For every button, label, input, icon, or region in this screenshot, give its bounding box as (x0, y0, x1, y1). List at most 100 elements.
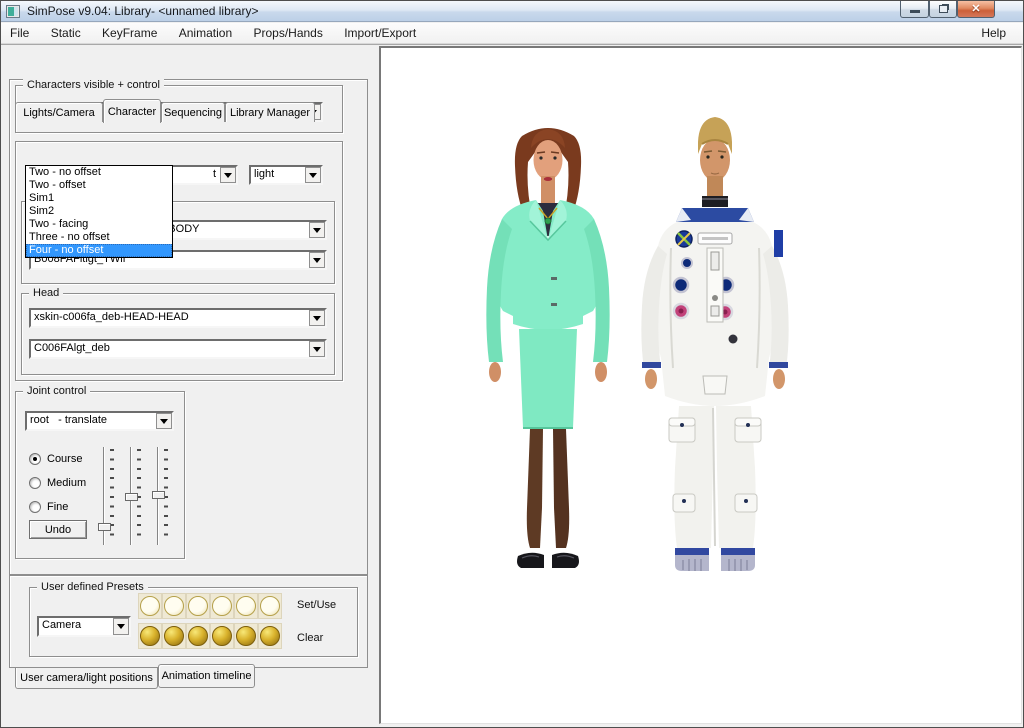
preset-slot-icon (140, 626, 160, 646)
radio-medium[interactable]: Medium (29, 477, 86, 489)
chevron-down-icon[interactable] (309, 222, 325, 238)
chevron-down-icon[interactable] (113, 618, 129, 635)
radio-icon (29, 501, 41, 513)
preset-set-slot-2[interactable] (162, 593, 186, 619)
clear-label: Clear (297, 632, 323, 644)
preset-clear-slot-5[interactable] (234, 623, 258, 649)
tab-user-camera-light-positions[interactable]: User camera/light positions (15, 668, 158, 689)
set-use-label: Set/Use (297, 599, 336, 611)
radio-fine-label: Fine (47, 501, 68, 513)
preset-target-combo[interactable]: Camera (37, 616, 131, 637)
preset-clear-slot-4[interactable] (210, 623, 234, 649)
chevron-down-icon[interactable] (220, 167, 236, 183)
tab-animation-timeline[interactable]: Animation timeline (158, 664, 255, 688)
joint-combo[interactable]: root - translate (25, 411, 174, 431)
chevron-down-icon[interactable] (156, 413, 172, 429)
app-window: SimPose v9.04: Library- <unnamed library… (0, 0, 1024, 728)
menu-keyframe[interactable]: KeyFrame (93, 23, 166, 44)
layout-dropdown-list: Two - no offset Two - offset Sim1 Sim2 T… (25, 165, 173, 258)
menu-animation[interactable]: Animation (170, 23, 241, 44)
menu-help[interactable]: Help (972, 23, 1015, 44)
male-sim (641, 117, 788, 571)
preset-slot-icon (140, 596, 160, 616)
dropdown-item[interactable]: Sim2 (26, 205, 172, 218)
radio-fine[interactable]: Fine (29, 501, 68, 513)
radio-course[interactable]: Course (29, 453, 82, 465)
rendered-scene (381, 48, 1020, 723)
joint-slider-y[interactable] (124, 447, 144, 547)
slider-handle[interactable] (125, 493, 138, 501)
head-group-label: Head (29, 287, 63, 299)
head-texture-combo[interactable]: C006FAlgt_deb (29, 339, 327, 359)
preset-slot-icon (236, 596, 256, 616)
minimize-button[interactable] (900, 1, 929, 18)
presets-group-label: User defined Presets (37, 581, 148, 593)
preset-slot-icon (188, 626, 208, 646)
head-group: Head (21, 293, 335, 375)
tab-lights-camera[interactable]: Lights/Camera (15, 102, 103, 122)
dropdown-item-highlighted[interactable]: Four - no offset (26, 244, 172, 257)
head-texture-combo-value: C006FAlgt_deb (31, 341, 308, 357)
menu-static[interactable]: Static (42, 23, 90, 44)
preset-set-slot-3[interactable] (186, 593, 210, 619)
dropdown-item[interactable]: Three - no offset (26, 231, 172, 244)
preset-slot-icon (164, 596, 184, 616)
tab-sequencing[interactable]: Sequencing (161, 102, 225, 122)
window-title: SimPose v9.04: Library- <unnamed library… (27, 4, 258, 18)
slider-handle[interactable] (98, 523, 111, 531)
female-sim (486, 128, 609, 568)
preset-set-slot-1[interactable] (138, 593, 162, 619)
preset-set-slot-4[interactable] (210, 593, 234, 619)
minimize-icon (910, 10, 920, 13)
preset-slot-icon (188, 596, 208, 616)
dropdown-item[interactable]: Two - facing (26, 218, 172, 231)
dropdown-item[interactable]: Two - no offset (26, 166, 172, 179)
radio-course-label: Course (47, 453, 82, 465)
preset-clear-slot-3[interactable] (186, 623, 210, 649)
joint-slider-z[interactable] (151, 447, 171, 547)
close-icon: ✕ (958, 2, 994, 15)
head-mesh-combo-value: xskin-c006fa_deb-HEAD-HEAD (31, 310, 308, 326)
characters-visible-group-label: Characters visible + control (23, 79, 164, 91)
menu-bar: File Static KeyFrame Animation Props/Han… (1, 23, 1023, 44)
chevron-down-icon[interactable] (309, 310, 325, 326)
preset-set-slot-6[interactable] (258, 593, 282, 619)
3d-viewport[interactable] (379, 46, 1022, 724)
preset-slot-icon (164, 626, 184, 646)
preset-slot-icon (212, 596, 232, 616)
preset-clear-slot-6[interactable] (258, 623, 282, 649)
restore-button[interactable] (929, 1, 957, 18)
close-button[interactable]: ✕ (957, 1, 995, 18)
restore-icon (939, 5, 948, 13)
skin-tone-combo[interactable]: light (249, 165, 323, 185)
slider-handle[interactable] (152, 491, 165, 499)
preset-target-combo-value: Camera (39, 618, 112, 635)
skin-tone-combo-value: light (251, 167, 304, 183)
joint-combo-value: root - translate (27, 413, 155, 429)
chevron-down-icon[interactable] (309, 252, 325, 268)
radio-icon (29, 477, 41, 489)
joint-control-label: Joint control (23, 385, 90, 397)
preset-slot-icon (236, 626, 256, 646)
dropdown-item[interactable]: Sim1 (26, 192, 172, 205)
preset-set-slot-5[interactable] (234, 593, 258, 619)
title-bar[interactable]: SimPose v9.04: Library- <unnamed library… (1, 1, 1023, 22)
menu-props-hands[interactable]: Props/Hands (244, 23, 331, 44)
chevron-down-icon[interactable] (305, 167, 321, 183)
tab-library-manager[interactable]: Library Manager (225, 102, 315, 122)
undo-button[interactable]: Undo (29, 520, 87, 539)
preset-slot-icon (212, 626, 232, 646)
radio-icon (29, 453, 41, 465)
preset-clear-slot-2[interactable] (162, 623, 186, 649)
tab-character[interactable]: Character (103, 99, 161, 123)
preset-clear-slot-1[interactable] (138, 623, 162, 649)
head-mesh-combo[interactable]: xskin-c006fa_deb-HEAD-HEAD (29, 308, 327, 328)
preset-slot-icon (260, 596, 280, 616)
menu-file[interactable]: File (1, 23, 38, 44)
radio-medium-label: Medium (47, 477, 86, 489)
dropdown-item[interactable]: Two - offset (26, 179, 172, 192)
preset-slot-icon (260, 626, 280, 646)
menu-import-export[interactable]: Import/Export (335, 23, 425, 44)
joint-slider-x[interactable] (97, 447, 117, 547)
chevron-down-icon[interactable] (309, 341, 325, 357)
